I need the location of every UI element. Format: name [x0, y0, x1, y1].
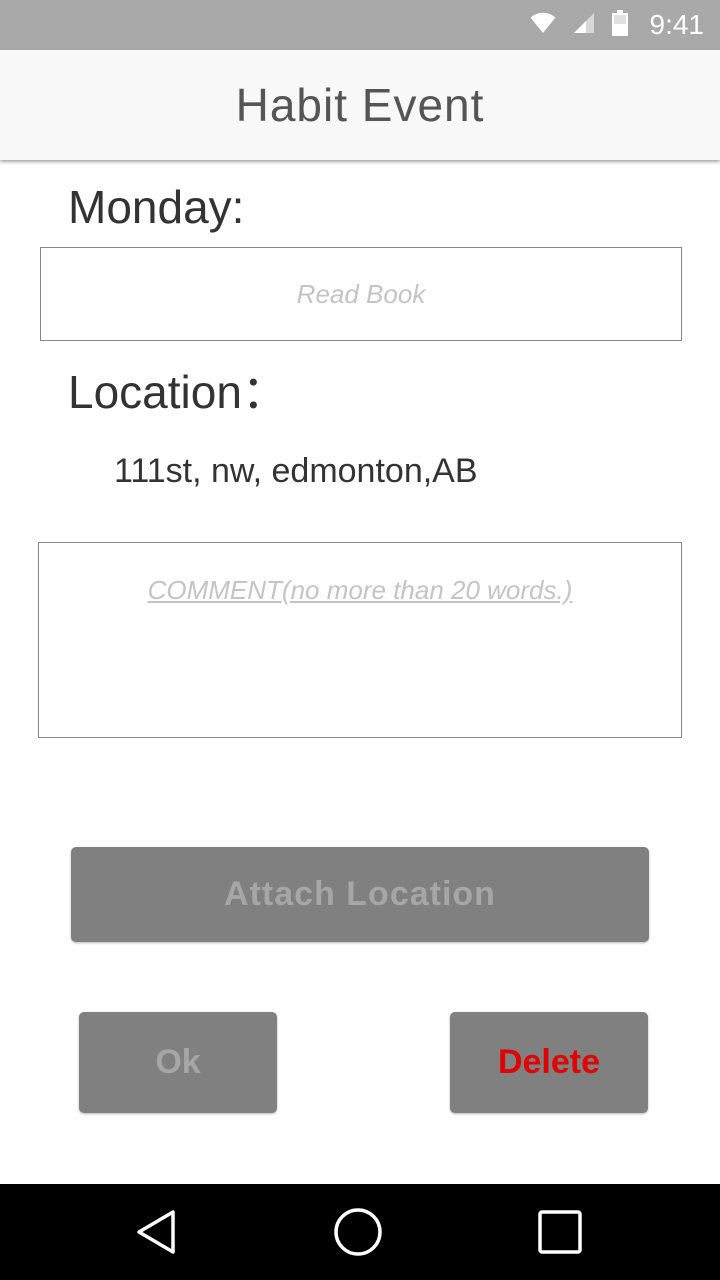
home-button[interactable]	[298, 1184, 418, 1280]
status-bar: 9:41	[0, 0, 720, 50]
back-button[interactable]	[98, 1184, 218, 1280]
page-title: Habit Event	[235, 79, 485, 131]
navigation-bar	[0, 1184, 720, 1280]
location-label: Location：	[68, 366, 288, 418]
home-icon	[334, 1208, 382, 1256]
status-icons: 9:41	[530, 0, 705, 50]
day-label: Monday:	[68, 181, 245, 233]
attach-location-button[interactable]: Attach Location	[71, 847, 649, 942]
signal-icon	[572, 11, 596, 40]
habit-placeholder: Read Book	[296, 278, 426, 309]
delete-button[interactable]: Delete	[450, 1012, 648, 1113]
recents-button[interactable]	[500, 1184, 620, 1280]
back-icon	[137, 1210, 175, 1254]
habit-field[interactable]: Read Book	[40, 247, 682, 341]
status-time: 9:41	[649, 9, 705, 40]
ok-button[interactable]: Ok	[79, 1012, 277, 1113]
wifi-icon	[530, 12, 556, 39]
comment-field[interactable]: COMMENT(no more than 20 words.)	[38, 542, 682, 738]
comment-placeholder: COMMENT(no more than 20 words.)	[147, 575, 573, 605]
habit-event-screen: 9:41 Habit Event Monday: Read Book Locat…	[0, 0, 720, 1280]
app-bar: Habit Event	[0, 50, 720, 160]
recents-icon	[538, 1210, 582, 1254]
location-value: 111st, nw, edmonton,AB	[114, 452, 478, 490]
battery-icon	[611, 9, 628, 41]
